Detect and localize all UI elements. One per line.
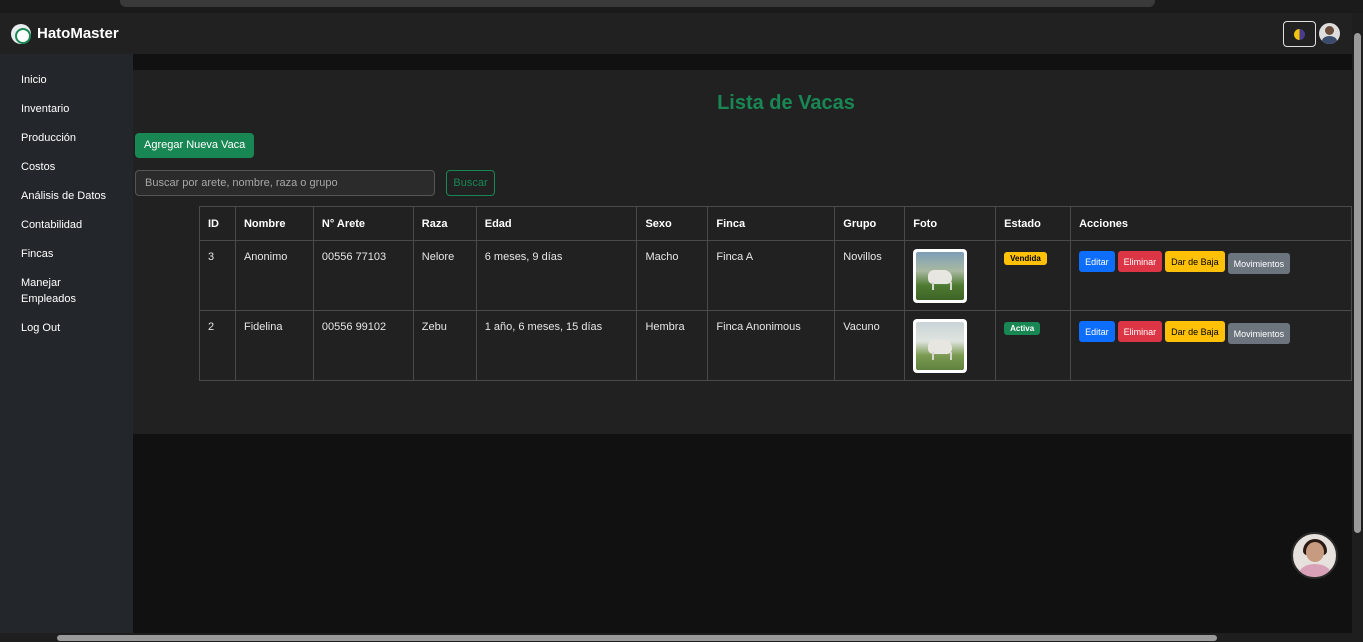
cell-estado: Vendida <box>995 240 1072 311</box>
cell-edad: 1 año, 6 meses, 15 días <box>475 310 638 381</box>
horizontal-scrollbar-thumb[interactable] <box>57 635 1217 641</box>
cow-figure <box>928 340 953 360</box>
horizontal-scrollbar[interactable] <box>0 633 1363 642</box>
browser-top-strip <box>0 0 1363 13</box>
sidebar-item-logout[interactable]: Log Out <box>0 317 133 339</box>
cell-raza: Zebu <box>412 310 477 381</box>
cell-edad: 6 meses, 9 días <box>475 240 638 311</box>
main-top-spacer <box>133 54 1352 70</box>
cow-photo-image <box>916 252 965 300</box>
col-header-foto: Foto <box>904 206 997 241</box>
cell-arete: 00556 99102 <box>312 310 414 381</box>
cell-raza: Nelore <box>412 240 477 311</box>
status-badge: Vendida <box>1004 252 1047 265</box>
cell-grupo: Novillos <box>834 240 906 311</box>
vertical-scrollbar-thumb[interactable] <box>1354 33 1361 533</box>
cell-finca: Finca A <box>707 240 836 311</box>
col-header-nombre: Nombre <box>234 206 314 241</box>
cow-photo[interactable] <box>913 249 968 303</box>
theme-toggle-button[interactable] <box>1283 21 1316 47</box>
cell-nombre: Anonimo <box>234 240 314 311</box>
row-actions: Editar Eliminar Dar de Baja Movimientos <box>1079 251 1343 274</box>
sidebar-item-inicio[interactable]: Inicio <box>0 69 133 91</box>
sidebar: Inicio Inventario Producción Costos Anál… <box>0 54 133 633</box>
top-navbar: HatoMaster <box>0 13 1352 54</box>
cell-finca: Finca Anonimous <box>707 310 836 381</box>
search-input[interactable] <box>135 170 435 196</box>
cell-arete: 00556 77103 <box>312 240 414 311</box>
sidebar-item-fincas[interactable]: Fincas <box>0 243 133 265</box>
cell-foto <box>904 310 997 381</box>
retire-button[interactable]: Dar de Baja <box>1165 251 1225 272</box>
cell-acciones: Editar Eliminar Dar de Baja Movimientos <box>1070 240 1352 311</box>
cell-id: 2 <box>199 310 236 381</box>
col-header-estado: Estado <box>995 206 1072 241</box>
status-badge: Activa <box>1004 322 1041 335</box>
vertical-scrollbar[interactable] <box>1352 13 1363 633</box>
cow-figure <box>928 270 953 290</box>
table-row: 3 Anonimo 00556 77103 Nelore 6 meses, 9 … <box>199 240 1352 311</box>
cows-table: ID Nombre N° Arete Raza Edad Sexo Finca … <box>199 206 1352 381</box>
main-content: Lista de Vacas Agregar Nueva Vaca Buscar… <box>133 54 1352 633</box>
delete-button[interactable]: Eliminar <box>1117 251 1163 272</box>
movements-button[interactable]: Movimientos <box>1227 253 1291 274</box>
page-title: Lista de Vacas <box>717 92 855 114</box>
cell-sexo: Macho <box>636 240 709 311</box>
sidebar-item-contabilidad[interactable]: Contabilidad <box>0 214 133 236</box>
cell-grupo: Vacuno <box>834 310 906 381</box>
avatar-face <box>1306 542 1324 562</box>
col-header-arete: N° Arete <box>312 206 414 241</box>
cow-photo[interactable] <box>913 319 968 373</box>
cell-nombre: Fidelina <box>234 310 314 381</box>
user-avatar[interactable] <box>1319 23 1340 44</box>
col-header-edad: Edad <box>475 206 638 241</box>
table-row: 2 Fidelina 00556 99102 Zebu 1 año, 6 mes… <box>199 310 1352 381</box>
col-header-raza: Raza <box>412 206 477 241</box>
col-header-id: ID <box>199 206 236 241</box>
table-header-row: ID Nombre N° Arete Raza Edad Sexo Finca … <box>199 206 1352 241</box>
cow-list-card: Lista de Vacas Agregar Nueva Vaca Buscar… <box>133 70 1352 434</box>
brand-name: HatoMaster <box>37 25 119 42</box>
col-header-sexo: Sexo <box>636 206 709 241</box>
avatar-body <box>1299 564 1331 577</box>
brand[interactable]: HatoMaster <box>11 23 119 44</box>
cell-foto <box>904 240 997 311</box>
assistant-avatar[interactable] <box>1291 532 1338 579</box>
edit-button[interactable]: Editar <box>1079 321 1115 342</box>
edit-button[interactable]: Editar <box>1079 251 1115 272</box>
cell-acciones: Editar Eliminar Dar de Baja Movimientos <box>1070 310 1352 381</box>
sidebar-item-analisis[interactable]: Análisis de Datos <box>0 185 133 207</box>
sidebar-item-produccion[interactable]: Producción <box>0 127 133 149</box>
sidebar-item-inventario[interactable]: Inventario <box>0 98 133 120</box>
col-header-grupo: Grupo <box>834 206 906 241</box>
search-button[interactable]: Buscar <box>446 170 495 196</box>
sidebar-item-costos[interactable]: Costos <box>0 156 133 178</box>
cell-estado: Activa <box>995 310 1072 381</box>
row-actions: Editar Eliminar Dar de Baja Movimientos <box>1079 321 1343 344</box>
sidebar-item-empleados[interactable]: Manejar Empleados <box>0 272 105 310</box>
delete-button[interactable]: Eliminar <box>1117 321 1163 342</box>
cell-id: 3 <box>199 240 236 311</box>
herd-logo-icon <box>11 23 31 44</box>
col-header-acciones: Acciones <box>1070 206 1352 241</box>
add-cow-button[interactable]: Agregar Nueva Vaca <box>135 133 255 158</box>
browser-tab-bar <box>120 0 1155 7</box>
cell-sexo: Hembra <box>636 310 709 381</box>
theme-toggle-icon <box>1294 28 1305 40</box>
col-header-finca: Finca <box>707 206 836 241</box>
cow-photo-image <box>916 322 965 370</box>
movements-button[interactable]: Movimientos <box>1227 323 1291 344</box>
retire-button[interactable]: Dar de Baja <box>1165 321 1225 342</box>
